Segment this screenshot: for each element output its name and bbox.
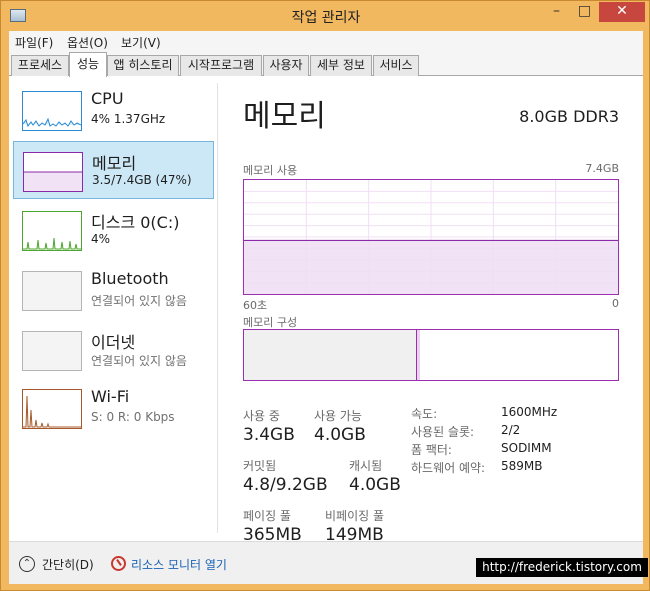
committed-label: 커밋됨 (243, 459, 277, 473)
collapse-button[interactable]: 간단히(D) (42, 556, 94, 573)
resource-list: CPU 4% 1.37GHz 메모리 3.5/7.4GB (47%) 디스크 0… (9, 77, 219, 527)
resource-detail: 3.5/7.4GB (47%) (92, 173, 192, 187)
chevron-up-icon[interactable]: ⌃ (19, 556, 35, 572)
disk-graph-icon (22, 211, 82, 251)
memory-detail-panel: 메모리 8.0GB DDR3 메모리 사용 7.4GB 60초 0 메모리 구성… (239, 77, 629, 545)
memory-composition-bar (243, 329, 619, 381)
committed-value: 4.8/9.2GB (243, 475, 328, 495)
form-factor-key: 폼 팩터: (411, 443, 452, 457)
resource-detail: 연결되어 있지 않음 (91, 354, 187, 368)
client-area: 파일(F) 옵션(O) 보기(V) 프로세스 성능 앱 히스토리 시작프로그램 … (9, 31, 643, 584)
minimize-button[interactable]: – (543, 2, 570, 22)
resource-wifi[interactable]: Wi-Fi S: 0 R: 0 Kbps (13, 379, 214, 437)
resource-name: CPU (91, 89, 124, 108)
memory-graph-icon (23, 152, 83, 192)
composition-in-use (244, 330, 417, 380)
speed-value: 1600MHz (501, 405, 558, 419)
resource-detail: 4% (91, 232, 111, 246)
nonpaged-pool-label: 비페이징 풀 (325, 509, 385, 523)
open-resource-monitor-link[interactable]: 리소스 모니터 열기 (131, 556, 227, 573)
resource-memory[interactable]: 메모리 3.5/7.4GB (47%) (13, 141, 214, 199)
tab-processes[interactable]: 프로세스 (11, 55, 69, 76)
cached-value: 4.0GB (349, 475, 401, 495)
paged-pool-label: 페이징 풀 (243, 509, 291, 523)
graph-time-start: 60초 (243, 299, 268, 312)
panel-divider (217, 83, 218, 533)
resource-name: 디스크 0(C:) (91, 213, 180, 232)
usage-graph-max: 7.4GB (585, 162, 619, 175)
resource-name: 이더넷 (91, 333, 136, 352)
menu-view[interactable]: 보기(V) (121, 34, 161, 51)
slots-value: 2/2 (501, 423, 521, 437)
form-factor-value: SODIMM (501, 441, 552, 455)
maximize-button[interactable]: □ (571, 2, 598, 22)
speed-key: 속도: (411, 407, 438, 421)
tab-services[interactable]: 서비스 (373, 55, 419, 76)
cpu-graph-icon (22, 91, 82, 131)
menu-file[interactable]: 파일(F) (15, 34, 53, 51)
graph-time-end: 0 (612, 297, 619, 310)
in-use-label: 사용 중 (243, 409, 280, 423)
resource-detail: 4% 1.37GHz (91, 112, 166, 126)
menu-bar: 파일(F) 옵션(O) 보기(V) (9, 31, 643, 52)
available-label: 사용 가능 (314, 409, 362, 423)
tab-app-history[interactable]: 앱 히스토리 (107, 55, 179, 76)
watermark: http://frederick.tistory.com (476, 558, 648, 577)
close-button[interactable]: ✕ (599, 2, 645, 22)
task-manager-window: 작업 관리자 – □ ✕ 파일(F) 옵션(O) 보기(V) 프로세스 성능 앱… (0, 0, 650, 591)
resource-name: Bluetooth (91, 269, 169, 288)
resource-bluetooth[interactable]: Bluetooth 연결되어 있지 않음 (13, 261, 214, 319)
hardware-reserved-value: 589MB (501, 459, 543, 473)
resource-ethernet[interactable]: 이더넷 연결되어 있지 않음 (13, 321, 214, 379)
resource-monitor-icon[interactable] (111, 556, 126, 571)
memory-spec: 8.0GB DDR3 (519, 107, 619, 126)
available-value: 4.0GB (314, 425, 366, 445)
usage-graph-label: 메모리 사용 (243, 164, 298, 177)
resource-cpu[interactable]: CPU 4% 1.37GHz (13, 81, 214, 139)
wifi-graph-icon (22, 389, 82, 429)
bluetooth-graph-icon (22, 271, 82, 311)
page-title: 메모리 (243, 99, 326, 134)
tab-startup[interactable]: 시작프로그램 (180, 55, 262, 76)
resource-disk[interactable]: 디스크 0(C:) 4% (13, 201, 214, 259)
title-bar[interactable]: 작업 관리자 – □ ✕ (1, 1, 650, 31)
resource-name: 메모리 (92, 154, 137, 173)
composition-label: 메모리 구성 (243, 316, 298, 329)
cached-label: 캐시됨 (349, 459, 383, 473)
tab-bar: 프로세스 성능 앱 히스토리 시작프로그램 사용자 세부 정보 서비스 (9, 52, 643, 77)
tab-users[interactable]: 사용자 (263, 55, 309, 76)
hardware-reserved-key: 하드웨어 예약: (411, 461, 486, 475)
in-use-value: 3.4GB (243, 425, 295, 445)
menu-options[interactable]: 옵션(O) (67, 34, 108, 51)
memory-usage-graph (243, 179, 619, 295)
tab-details[interactable]: 세부 정보 (310, 55, 372, 76)
resource-name: Wi-Fi (91, 387, 130, 406)
ethernet-graph-icon (22, 331, 82, 371)
resource-detail: 연결되어 있지 않음 (91, 294, 187, 308)
tab-performance[interactable]: 성능 (69, 52, 107, 77)
slots-key: 사용된 슬롯: (411, 425, 475, 439)
composition-modified (417, 330, 420, 380)
resource-detail: S: 0 R: 0 Kbps (91, 410, 175, 424)
